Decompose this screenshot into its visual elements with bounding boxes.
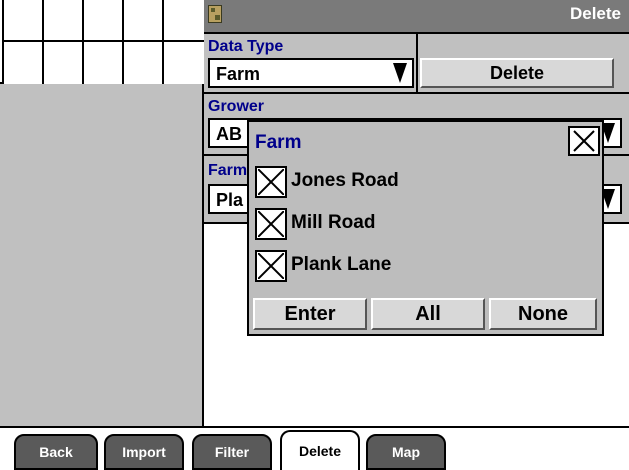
enter-button[interactable]: Enter <box>253 298 367 330</box>
tab-bar: Back Import Filter Delete Map <box>0 426 629 470</box>
grid-cell[interactable] <box>164 0 204 42</box>
data-type-dropdown[interactable]: Farm <box>208 58 414 88</box>
page-title: Delete <box>569 4 621 23</box>
dialog-title: Farm <box>255 132 302 153</box>
grid-cell[interactable] <box>124 42 164 84</box>
item-checkbox[interactable] <box>255 208 287 240</box>
item-label: Jones Road <box>291 170 399 191</box>
grower-label: Grower <box>208 98 265 115</box>
left-panel <box>0 0 204 426</box>
dropdown-arrow-icon <box>389 61 411 85</box>
farm-selection-dialog: Farm Jones Road Mill Road Plank Lane Ent… <box>247 120 604 336</box>
grid-cell[interactable] <box>124 0 164 42</box>
selection-grid <box>0 0 204 84</box>
tab-delete[interactable]: Delete <box>280 430 360 470</box>
divider <box>416 34 418 92</box>
none-button[interactable]: None <box>489 298 597 330</box>
close-button[interactable] <box>568 126 600 156</box>
grid-cell[interactable] <box>44 42 84 84</box>
grid-cell[interactable] <box>2 42 44 84</box>
grid-cell[interactable] <box>84 42 124 84</box>
checked-x-icon <box>258 169 284 195</box>
data-type-label: Data Type <box>208 38 284 55</box>
tab-back[interactable]: Back <box>14 434 98 470</box>
grower-value: AB <box>216 124 242 144</box>
screen-icon <box>208 5 222 23</box>
item-checkbox[interactable] <box>255 250 287 282</box>
checked-x-icon <box>258 253 284 279</box>
grid-cell[interactable] <box>84 0 124 42</box>
grid-cell[interactable] <box>44 0 84 42</box>
all-button[interactable]: All <box>371 298 485 330</box>
item-checkbox[interactable] <box>255 166 287 198</box>
tab-map[interactable]: Map <box>366 434 446 470</box>
grid-cell[interactable] <box>164 42 204 84</box>
delete-button[interactable]: Delete <box>420 58 614 88</box>
tab-import[interactable]: Import <box>104 434 184 470</box>
divider <box>204 92 629 94</box>
farm-label: Farm <box>208 162 248 179</box>
grid-cell[interactable] <box>2 0 44 42</box>
title-bar: Delete <box>204 0 629 32</box>
data-type-value: Farm <box>216 64 261 84</box>
close-icon <box>573 130 595 152</box>
item-label: Plank Lane <box>291 254 392 275</box>
item-label: Mill Road <box>291 212 376 233</box>
tab-filter[interactable]: Filter <box>192 434 272 470</box>
checked-x-icon <box>258 211 284 237</box>
farm-value: Pla <box>216 190 244 210</box>
